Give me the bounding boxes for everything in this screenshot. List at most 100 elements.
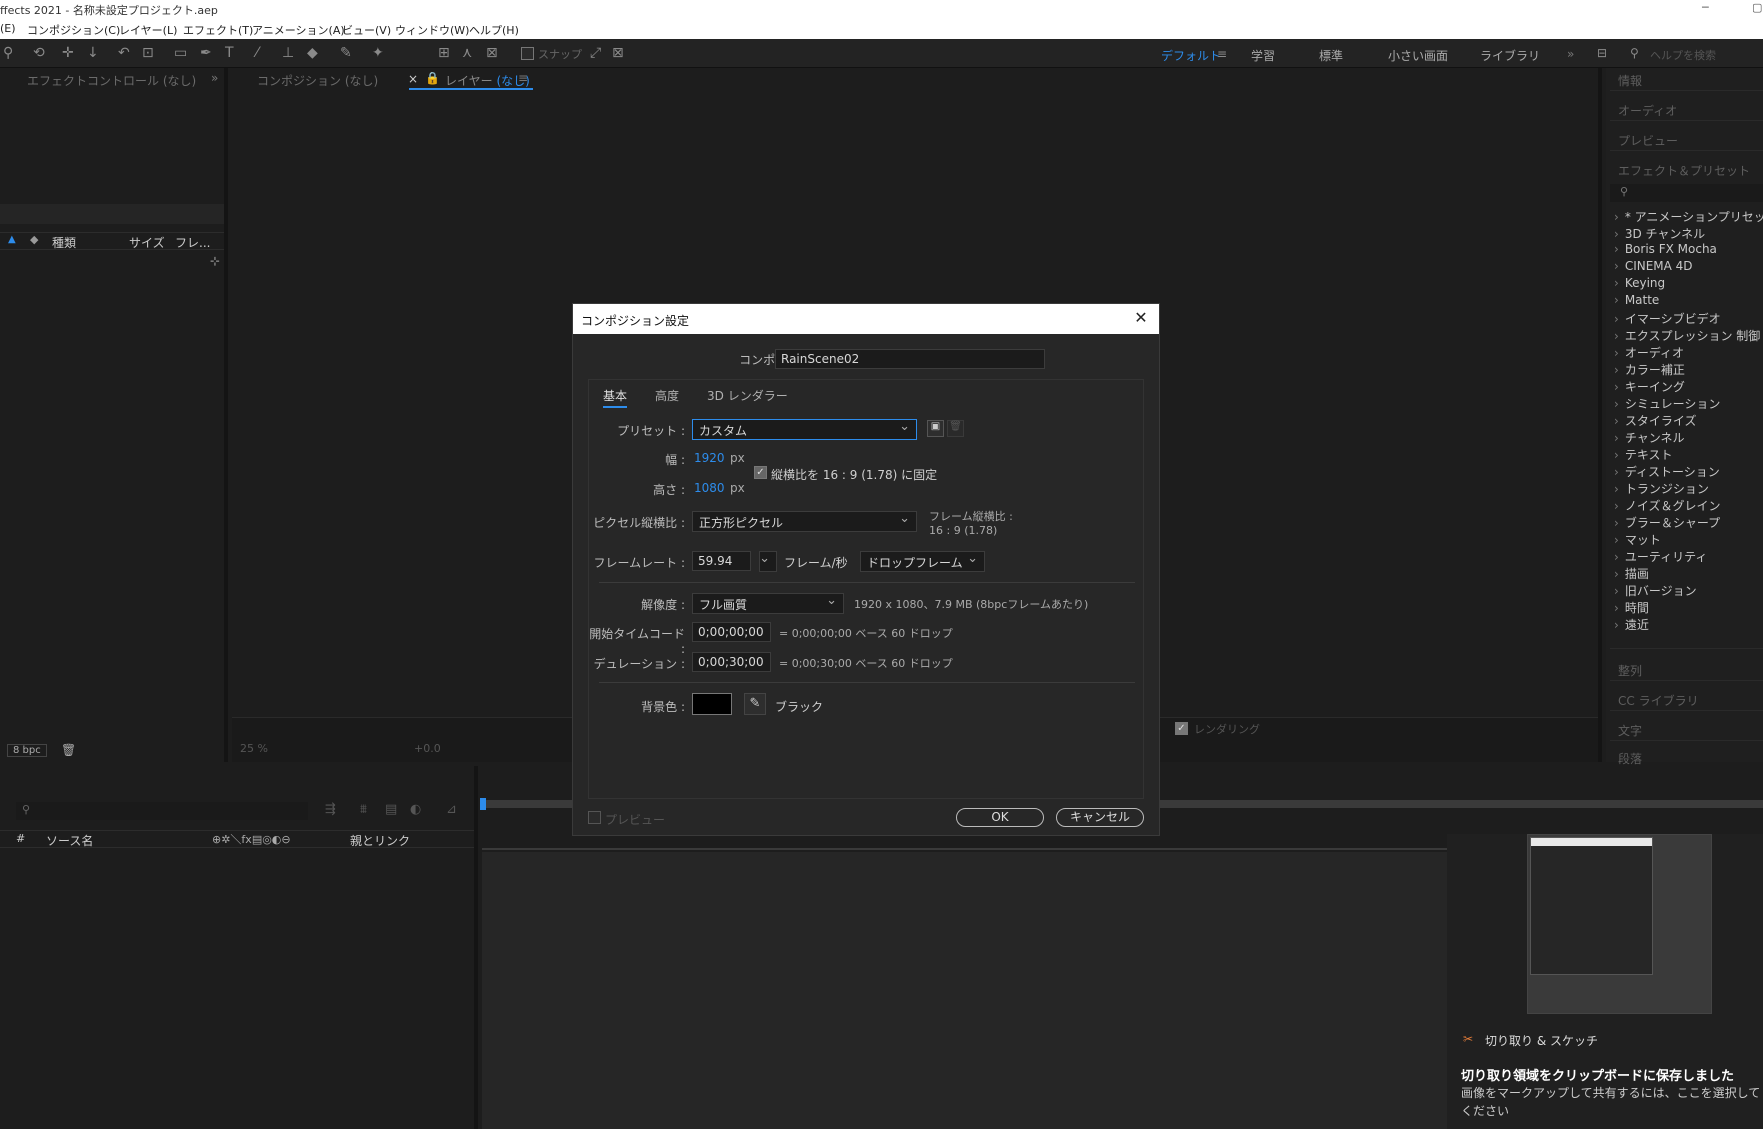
tab-basic[interactable]: 基本 [603,387,628,408]
label-tag-icon[interactable]: ◆ [30,233,38,246]
menu-layer[interactable]: レイヤー(L) [119,22,177,38]
graph-editor-icon[interactable]: ⊿ [446,802,457,817]
fx-item[interactable]: Matte [1614,293,1660,307]
fx-item[interactable]: ブラー＆シャープ [1614,514,1720,531]
tab-3d-renderer[interactable]: 3D レンダラー [707,387,788,404]
lock-icon[interactable]: 🔒 [425,71,440,85]
preview-checkbox[interactable] [588,811,601,824]
fx-item[interactable]: ユーティリティ [1614,548,1708,565]
fx-item[interactable]: イマーシブビデオ [1614,310,1721,327]
cancel-button[interactable]: キャンセル [1056,808,1144,827]
pan-tool-icon[interactable]: ✛ [62,45,74,61]
column-parent-link[interactable]: 親とリンク [350,832,410,849]
start-timecode-input[interactable]: 0;00;00;00 [692,622,771,642]
comp-name-input[interactable]: RainScene02 [775,349,1045,369]
snap-option-icon[interactable]: ⤢ [590,45,601,61]
menu-edit[interactable]: (E) [0,22,16,35]
align-panel-tab[interactable]: 整列 [1618,662,1642,679]
rotate-tool-icon[interactable]: ↶ [118,45,130,61]
workspace-more-icon[interactable]: » [1567,47,1574,61]
save-preset-icon[interactable]: ▣ [927,420,944,437]
workspace-library[interactable]: ライブラリ [1480,47,1540,64]
character-panel-tab[interactable]: 文字 [1618,722,1642,739]
framerate-dropdown[interactable] [759,551,777,572]
fx-item[interactable]: スタイライズ [1614,412,1697,429]
workspace-switch-icon[interactable]: ⊟ [1597,45,1607,61]
snip-notification[interactable]: ✂ 切り取り & スケッチ 切り取り領域をクリップボードに保存しました 画像をマ… [1447,834,1763,1129]
bpc-button[interactable]: 8 bpc [7,744,47,757]
preset-select[interactable]: カスタム [692,419,917,440]
resolution-select[interactable]: フル画質 [692,593,844,614]
delete-preset-icon[interactable]: 🗑 [947,420,964,437]
fx-item[interactable]: 遠近 [1614,616,1649,633]
width-value[interactable]: 1920 [694,451,725,465]
fx-item[interactable]: ディストーション [1614,463,1720,480]
snap-checkbox[interactable] [521,47,534,60]
fx-item[interactable]: ノイズ＆グレイン [1614,497,1721,514]
fx-item[interactable]: Boris FX Mocha [1614,242,1717,256]
workspace-small-screen[interactable]: 小さい画面 [1388,47,1448,64]
fx-item[interactable]: トランジション [1614,480,1709,497]
framerate-input[interactable]: 59.94 [692,551,751,571]
brush-tool-icon[interactable]: ⁄ [256,45,258,61]
paragraph-panel-tab[interactable]: 段落 [1618,750,1642,767]
eraser-tool-icon[interactable]: ◆ [307,45,318,61]
sort-up-icon[interactable]: ▲ [8,234,16,245]
snip-thumbnail[interactable] [1527,834,1712,1014]
fx-item[interactable]: * アニメーションプリセット [1614,208,1763,225]
fx-item[interactable]: マット [1614,531,1661,548]
ok-button[interactable]: OK [956,808,1044,827]
rectangle-tool-icon[interactable]: ▭ [174,45,187,61]
column-frame[interactable]: フレ... [175,234,210,251]
background-color-swatch[interactable] [692,693,732,715]
fx-item[interactable]: 旧バージョン [1614,582,1697,599]
fx-item[interactable]: キーイング [1614,378,1685,395]
local-axis-icon[interactable]: ⊞ [438,45,450,61]
fx-item[interactable]: テキスト [1614,446,1673,463]
panel-more-icon[interactable]: » [211,71,218,85]
fx-item[interactable]: シミュレーション [1614,395,1721,412]
zoom-tool-icon[interactable]: ⚲ [3,45,13,61]
close-tab-icon[interactable]: × [408,72,418,86]
zoom-select[interactable]: 25 % [240,742,268,755]
duration-input[interactable]: 0;00;30;00 [692,652,771,672]
height-value[interactable]: 1080 [694,481,725,495]
shy-icon[interactable]: ⩩ [360,802,367,817]
navigator-start-handle[interactable] [480,798,486,810]
column-number[interactable]: # [16,832,25,845]
effect-controls-tab[interactable]: エフェクトコントロール (なし) [27,72,196,89]
fx-item[interactable]: 時間 [1614,599,1649,616]
workspace-learn[interactable]: 学習 [1251,47,1275,64]
minimize-icon[interactable]: ─ [1702,1,1709,14]
column-size[interactable]: サイズ [129,234,165,251]
motion-blur-icon[interactable]: ◐ [410,802,421,817]
restore-icon[interactable]: ▢ [1752,1,1762,14]
fx-item[interactable]: オーディオ [1614,344,1684,361]
lock-aspect-checkbox[interactable]: ✓ [754,466,767,479]
effects-search-input[interactable]: ⚲ [1610,184,1763,202]
fx-item[interactable]: カラー補正 [1614,361,1685,378]
timeline-search-input[interactable]: ⚲ [16,802,308,820]
comp-mini-flowchart-icon[interactable]: ⇶ [325,802,336,817]
workspace-standard[interactable]: 標準 [1319,47,1343,64]
pixel-aspect-select[interactable]: 正方形ピクセル [692,511,917,532]
help-search-input[interactable]: ヘルプを検索 [1650,47,1716,63]
stamp-tool-icon[interactable]: ⊥ [282,45,294,61]
menu-effect[interactable]: エフェクト(T) [183,22,253,38]
eyedropper-icon[interactable]: ✎ [744,693,766,715]
view-axis-icon[interactable]: ⊠ [486,45,498,61]
fx-item[interactable]: Keying [1614,276,1665,290]
menu-help[interactable]: ヘルプ(H) [469,22,519,38]
type-tool-icon[interactable]: T [225,45,234,61]
anchor-tool-icon[interactable]: ⊡ [142,45,154,61]
column-type[interactable]: 種類 [52,234,76,251]
flowchart-icon[interactable]: ⊹ [210,254,220,268]
roto-brush-icon[interactable]: ✎ [340,45,352,61]
orbit-tool-icon[interactable]: ⟲ [33,45,45,61]
fx-item[interactable]: チャンネル [1614,429,1685,446]
project-search-bar[interactable] [0,204,224,224]
column-source-name[interactable]: ソース名 [46,832,93,849]
exposure-value[interactable]: +0.0 [414,742,441,755]
trash-icon[interactable]: 🗑 [61,743,76,757]
drop-frame-select[interactable]: ドロップフレーム [860,551,985,572]
